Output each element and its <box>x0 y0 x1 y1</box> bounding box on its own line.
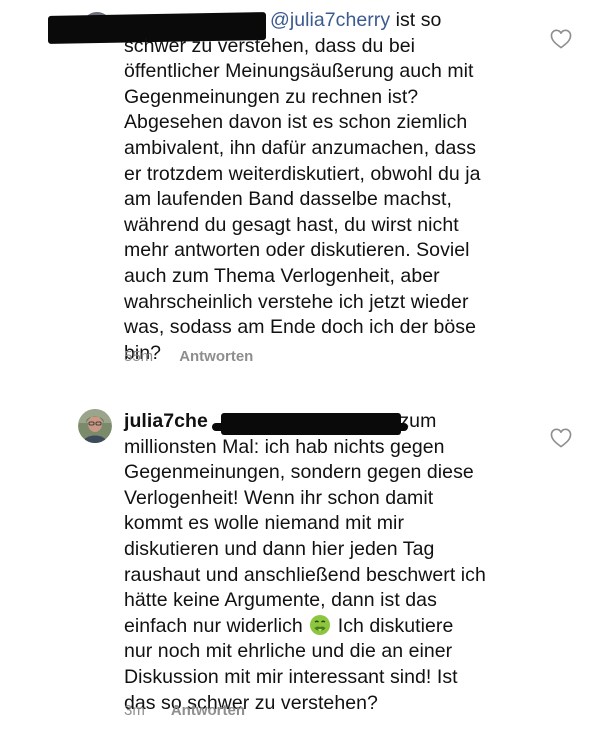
comment-line: kommt es wolle niemand mit mir <box>124 512 404 535</box>
comment-line: Gegenmeinungen zu rechnen ist? <box>124 85 419 108</box>
comment-line: während du gesagt hast, du wirst nicht <box>124 213 459 236</box>
timestamp: 3m <box>124 702 145 719</box>
comment-line: hätte keine Argumente, dann ist das <box>124 589 437 612</box>
comment-1: @julia7cherry ist so schwer zu verstehen… <box>0 0 600 380</box>
comment-line: am laufenden Band dasselbe machst, <box>124 188 452 211</box>
mention-link[interactable]: @julia7cherry <box>270 9 390 31</box>
username[interactable]: julia7che <box>124 410 208 432</box>
comment-line: Abgesehen davon ist es schon ziemlich <box>124 111 468 134</box>
comment-line: einfach nur widerlich <box>124 614 309 637</box>
comment-line: Ich diskutiere <box>332 614 454 637</box>
timestamp: 55m <box>124 348 154 365</box>
nauseated-face-emoji <box>310 614 331 635</box>
comment-text: @julia7cherry ist so schwer zu verstehen… <box>124 8 564 366</box>
reply-button[interactable]: Antworten <box>179 348 253 365</box>
comment-line: Gegenmeinungen, sondern gegen diese <box>124 461 474 484</box>
comment-line: er trotzdem weiterdiskutiert, obwohl du … <box>124 162 481 185</box>
comment-line: schwer zu verstehen, dass du bei <box>124 34 416 57</box>
reply-button[interactable]: Antworten <box>171 702 245 719</box>
comment-meta: 55m Antworten <box>124 348 253 365</box>
comment-line: was, sodass am Ende doch ich der böse <box>124 316 476 339</box>
comment-line: raushaut und anschließend beschwert ich <box>124 563 486 586</box>
redacted-username-scribble <box>212 423 408 431</box>
comment-line: millionsten Mal: ich hab nichts gegen <box>124 435 445 458</box>
comment-2: julia7che zum millionsten Mal: ich hab n… <box>0 395 600 738</box>
comment-line: nur noch mit ehrliche und die an einer <box>124 640 453 663</box>
comment-line: öffentlicher Meinungsäußerung auch mit <box>124 60 474 83</box>
comment-line: Diskussion mit mir interessant sind! Ist <box>124 665 458 688</box>
comment-text: julia7che zum millionsten Mal: ich hab n… <box>124 409 564 716</box>
heart-outline-icon[interactable] <box>550 29 572 49</box>
comment-line: auch zum Thema Verlogenheit, aber <box>124 264 440 287</box>
comment-line: mehr antworten oder diskutieren. Soviel <box>124 239 470 262</box>
comment-line: diskutieren und dann hier jeden Tag <box>124 537 435 560</box>
comment-line: wahrscheinlich verstehe ich jetzt wieder <box>124 290 469 313</box>
comment-line: Verlogenheit! Wenn ihr schon damit <box>124 486 434 509</box>
comment-meta: 3m Antworten <box>124 702 245 719</box>
comment-line: ist so <box>390 9 442 31</box>
profile-photo-icon <box>78 409 112 443</box>
comment-line: ambivalent, ihn dafür anzumachen, dass <box>124 136 477 159</box>
avatar[interactable] <box>78 409 112 443</box>
heart-outline-icon[interactable] <box>550 428 572 448</box>
